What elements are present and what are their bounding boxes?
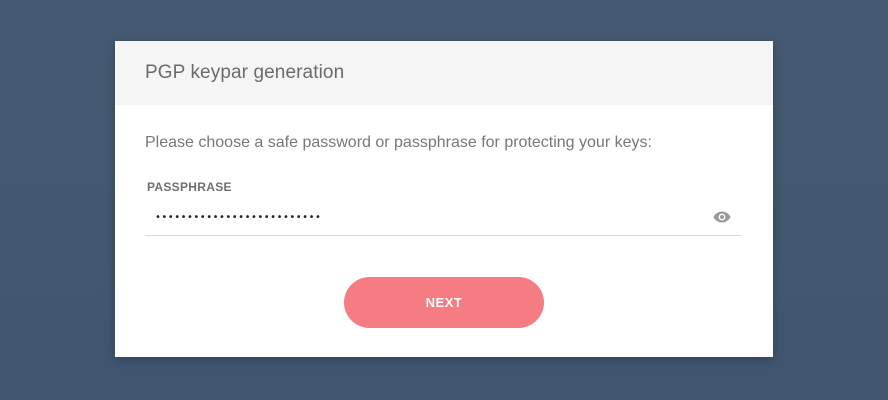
dialog-title: PGP keypar generation [145, 62, 345, 83]
eye-icon[interactable] [713, 210, 731, 223]
passphrase-input[interactable] [145, 204, 715, 230]
passphrase-label: PASSPHRASE [147, 180, 232, 194]
next-button[interactable]: NEXT [344, 277, 544, 328]
instruction-text: Please choose a safe password or passphr… [145, 134, 652, 151]
passphrase-field [145, 200, 741, 236]
dialog-header: PGP keypar generation [115, 41, 773, 105]
pgp-keypair-dialog: PGP keypar generation Please choose a sa… [115, 41, 773, 357]
